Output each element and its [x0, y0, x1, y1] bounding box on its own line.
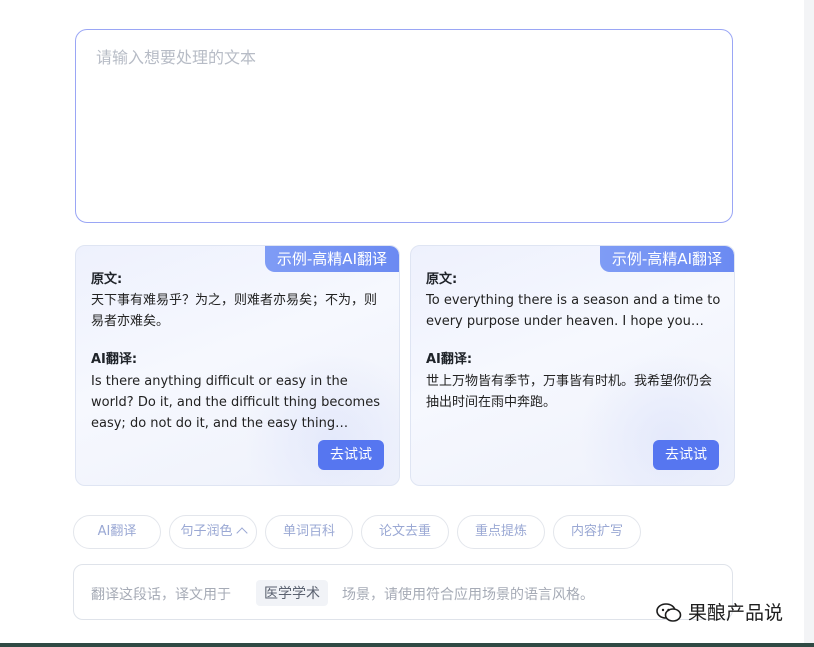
- chip-label: 单词百科: [282, 524, 335, 539]
- example-card-1[interactable]: 示例-高精AI翻译 原文: 天下事有难易乎？为之，则难者亦易矣；不为，则易者亦难…: [75, 245, 400, 486]
- chip-content-expand[interactable]: 内容扩写: [553, 515, 641, 549]
- prompt-text-after: 场景，请使用符合应用场景的语言风格。: [342, 587, 594, 603]
- chip-label: 句子润色: [180, 524, 233, 539]
- source-label: 原文:: [91, 272, 123, 287]
- source-text: To everything there is a season and a ti…: [426, 293, 721, 329]
- page-edge: [804, 0, 814, 647]
- chip-sentence-polish[interactable]: 句子润色: [169, 515, 257, 549]
- example-tag: 示例-高精AI翻译: [599, 246, 734, 272]
- text-input[interactable]: [76, 30, 732, 222]
- chip-label: 论文去重: [378, 524, 431, 539]
- result-text: 世上万物皆有季节，万事皆有时机。我希望你仍会抽出时间在雨中奔跑。: [426, 374, 713, 410]
- prompt-input[interactable]: 翻译这段话，译文用于 医学学术 场景，请使用符合应用场景的语言风格。: [73, 564, 733, 620]
- try-button[interactable]: 去试试: [653, 440, 719, 470]
- example-tag: 示例-高精AI翻译: [264, 246, 399, 272]
- chip-label: 内容扩写: [570, 524, 623, 539]
- source-text: 天下事有难易乎？为之，则难者亦易矣；不为，则易者亦难矣。: [91, 293, 378, 329]
- wechat-icon: [656, 603, 682, 622]
- chip-label: 重点提炼: [474, 524, 527, 539]
- result-label: AI翻译:: [426, 352, 473, 367]
- chip-label: AI翻译: [97, 524, 137, 539]
- bottom-bar: [0, 643, 814, 647]
- chip-ai-translate[interactable]: AI翻译: [73, 515, 161, 549]
- prompt-text-before: 翻译这段话，译文用于: [91, 587, 231, 603]
- chip-word-encyclopedia[interactable]: 单词百科: [265, 515, 353, 549]
- result-label: AI翻译:: [91, 352, 138, 367]
- scene-tag[interactable]: 医学学术: [256, 580, 328, 606]
- example-card-2[interactable]: 示例-高精AI翻译 原文: To everything there is a s…: [410, 245, 735, 486]
- source-label: 原文:: [426, 272, 458, 287]
- chip-key-points[interactable]: 重点提炼: [457, 515, 545, 549]
- result-text: Is there anything difficult or easy in t…: [91, 374, 380, 431]
- try-button[interactable]: 去试试: [318, 440, 384, 470]
- chip-paper-dedup[interactable]: 论文去重: [361, 515, 449, 549]
- text-input-box[interactable]: [75, 29, 733, 223]
- chevron-up-icon: [235, 527, 248, 539]
- watermark-text: 果酿产品说: [688, 602, 784, 624]
